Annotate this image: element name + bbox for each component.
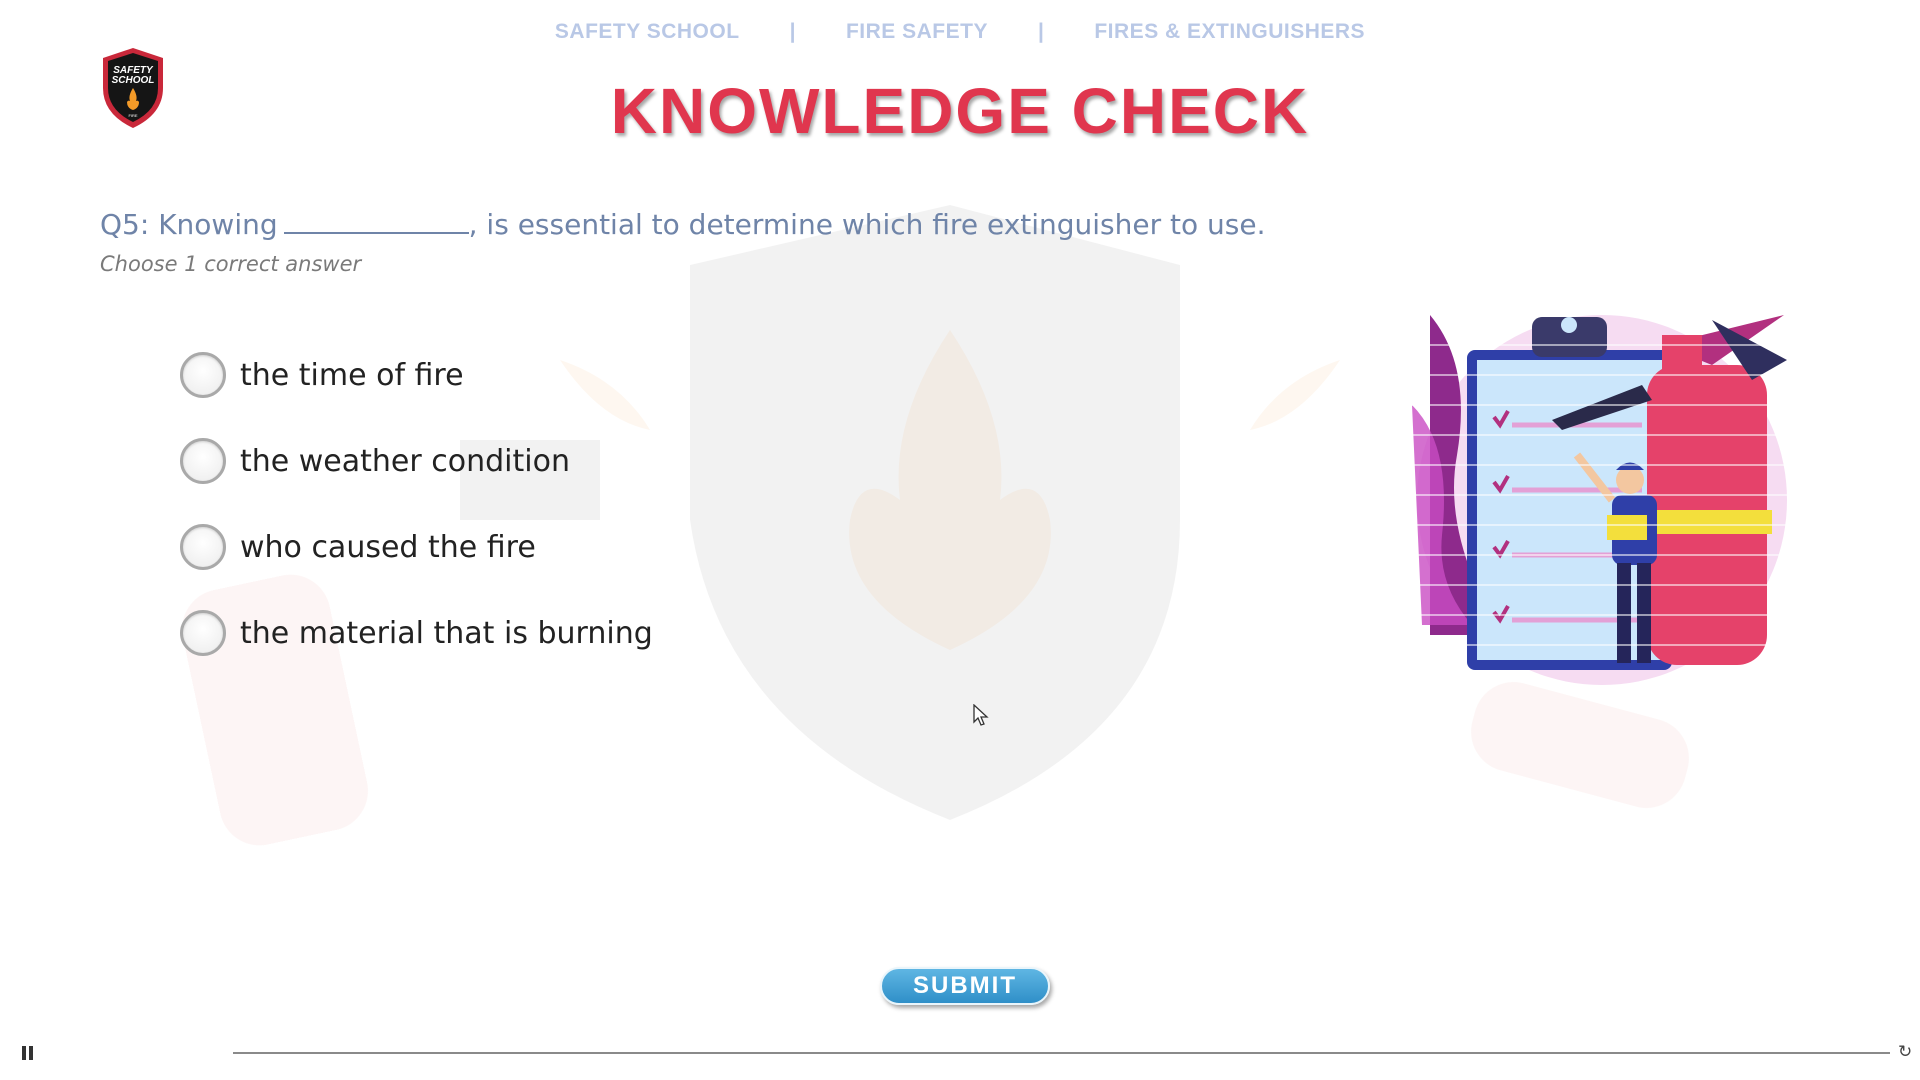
question-text: Q5: Knowing , is essential to determine w…	[100, 208, 1266, 241]
answer-option-label: the weather condition	[240, 443, 570, 479]
question-suffix: , is essential to determine which fire e…	[468, 208, 1266, 241]
answer-instruction: Choose 1 correct answer	[100, 252, 362, 276]
submit-button[interactable]: SUBMIT	[880, 967, 1050, 1005]
answer-option[interactable]: the material that is burning	[180, 608, 653, 658]
radio-button[interactable]	[180, 438, 226, 484]
question-blank	[283, 210, 469, 234]
radio-button[interactable]	[180, 524, 226, 570]
page-title: KNOWLEDGE CHECK	[610, 75, 1310, 147]
breadcrumb-separator: |	[1037, 20, 1045, 43]
radio-button[interactable]	[180, 352, 226, 398]
mouse-cursor-icon	[973, 704, 989, 726]
progress-bar[interactable]	[233, 1052, 1890, 1054]
breadcrumb-item-fires-extinguishers: FIRES & EXTINGUISHERS	[1094, 20, 1366, 43]
breadcrumb: SAFETY SCHOOL | FIRE SAFETY | FIRES & EX…	[0, 20, 1920, 44]
breadcrumb-item-safety-school: SAFETY SCHOOL	[554, 20, 740, 43]
answer-option-label: the material that is burning	[240, 615, 653, 651]
pause-icon[interactable]	[22, 1046, 34, 1060]
breadcrumb-item-fire-safety: FIRE SAFETY	[845, 20, 988, 43]
question-prefix: Q5: Knowing	[100, 208, 278, 241]
answer-option[interactable]: the weather condition	[180, 436, 653, 486]
checklist-illustration	[1412, 315, 1802, 685]
replay-icon[interactable]: ↻	[1898, 1043, 1916, 1061]
answer-option[interactable]: the time of fire	[180, 350, 653, 400]
breadcrumb-separator: |	[789, 20, 796, 43]
answer-option[interactable]: who caused the fire	[180, 522, 653, 572]
answer-options: the time of fire the weather condition w…	[180, 350, 653, 694]
answer-option-label: who caused the fire	[240, 529, 536, 565]
player-controls: ↻	[0, 1040, 1920, 1064]
answer-option-label: the time of fire	[240, 357, 464, 393]
radio-button[interactable]	[180, 610, 226, 656]
